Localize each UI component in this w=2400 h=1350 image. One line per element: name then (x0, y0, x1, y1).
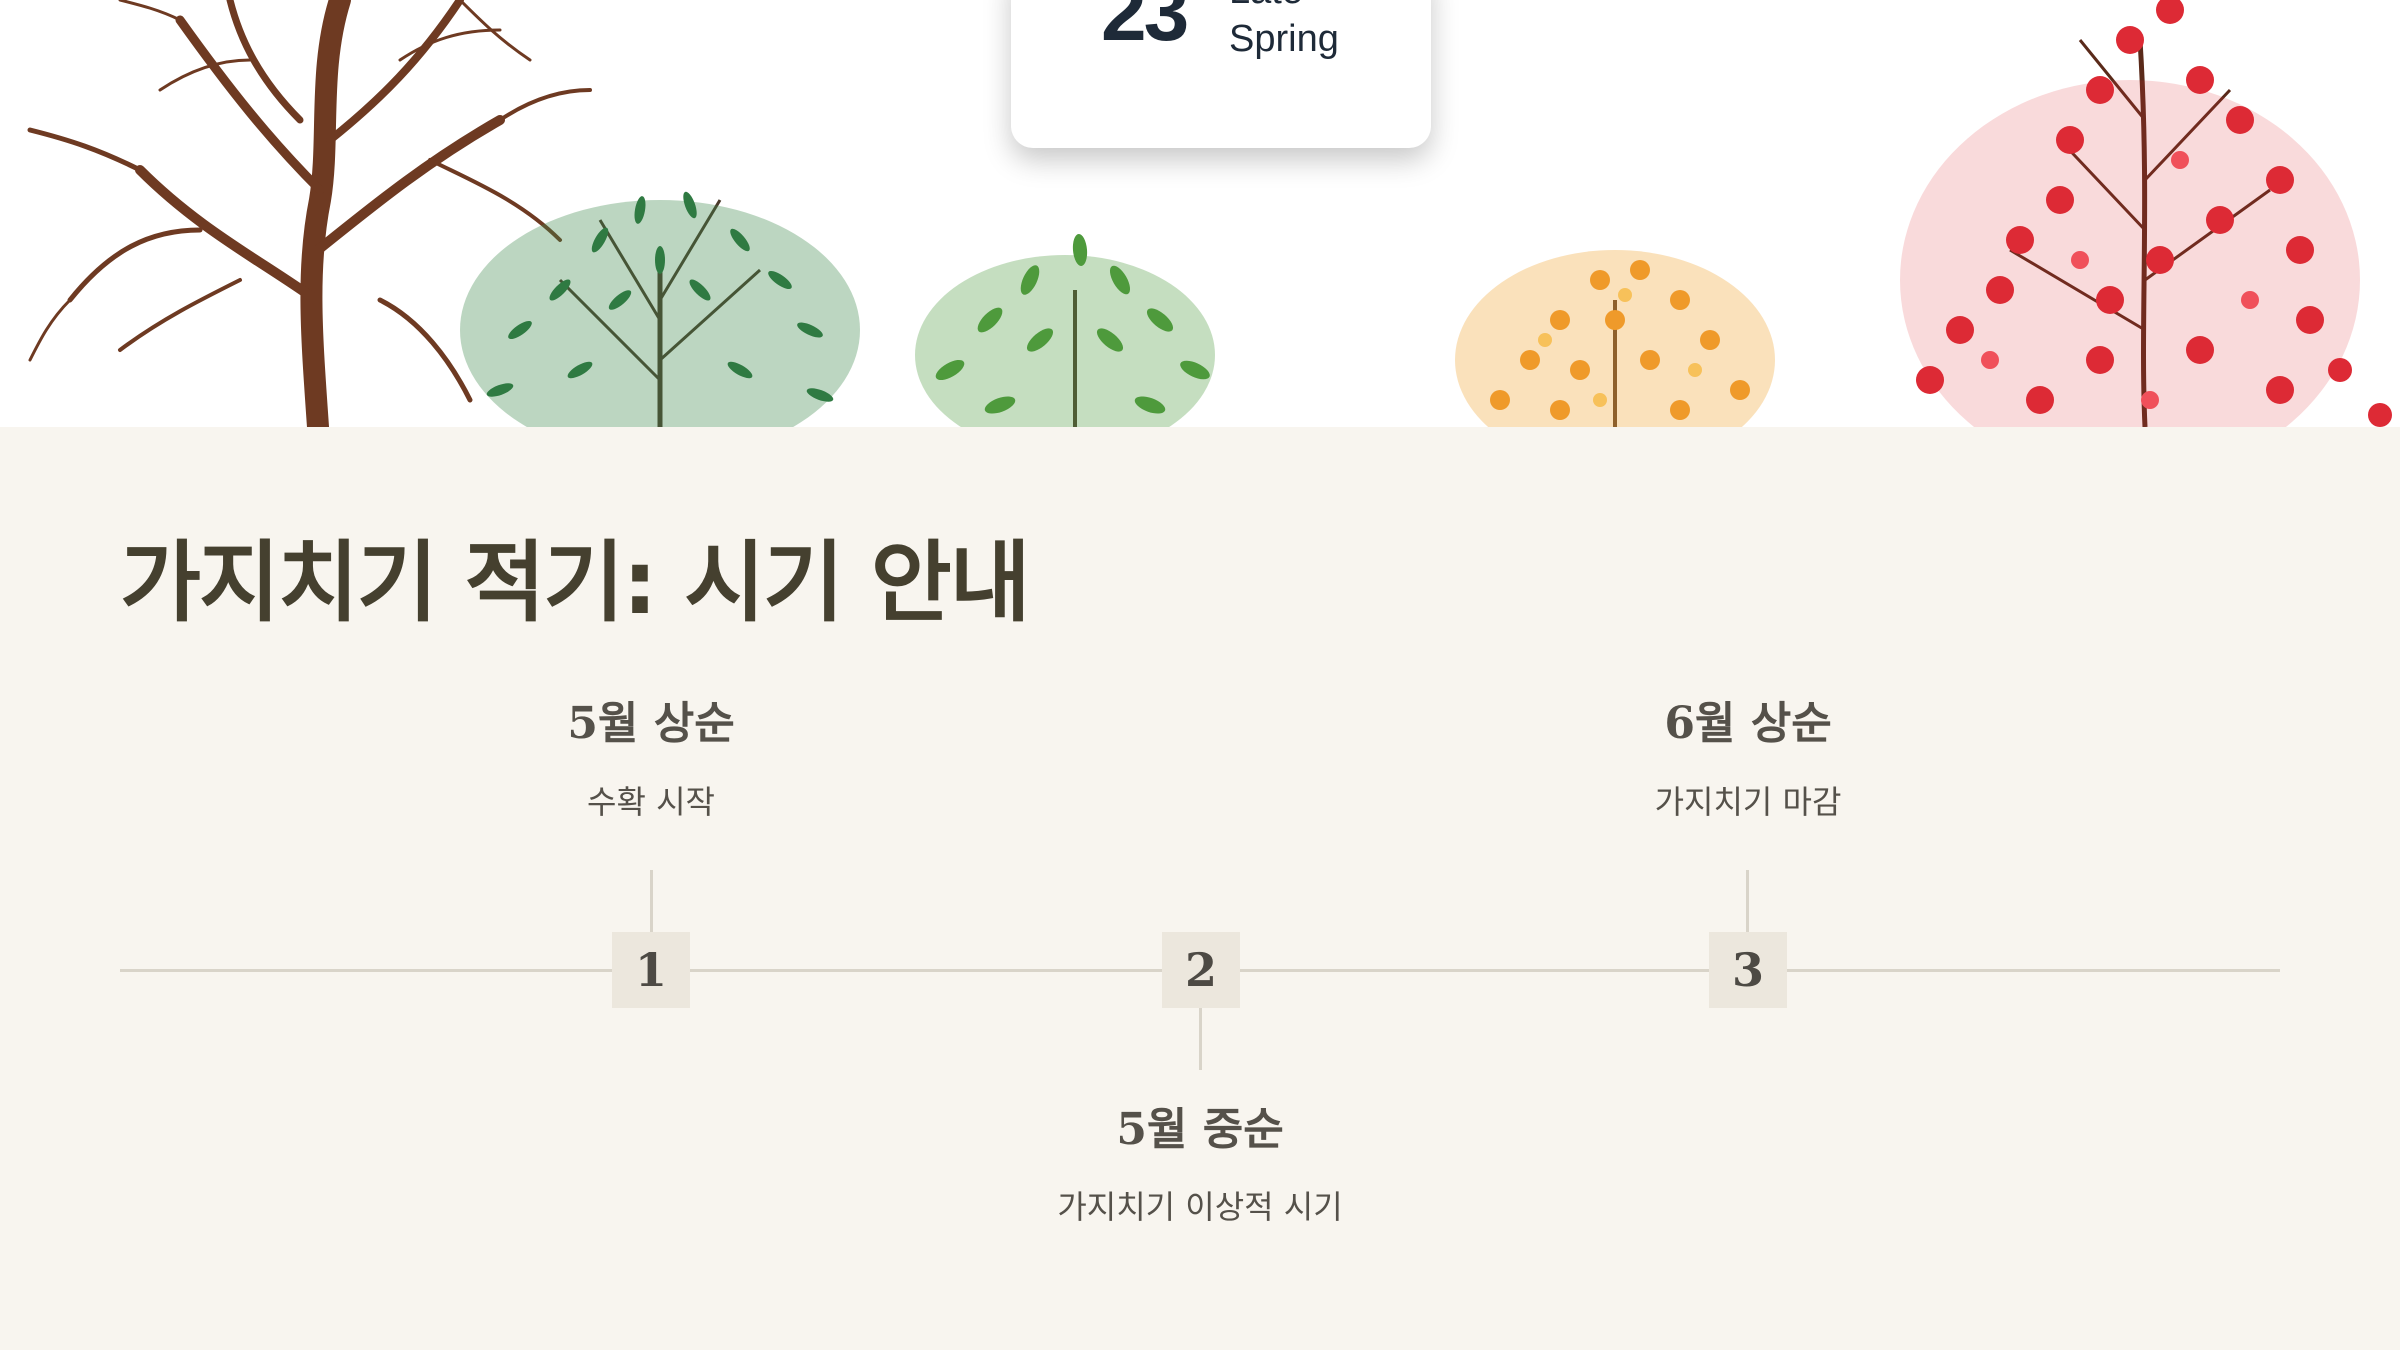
event-1-marker: 1 (612, 932, 690, 1008)
event-3-connector (1746, 870, 1749, 932)
event-2-connector (1199, 1008, 1202, 1070)
slide: 23 Late Spring 가지치기 적기: 시기 안내 5월 상순 수확 시… (0, 0, 2400, 1350)
event-1-description: 수확 시작 (587, 783, 715, 821)
event-1-date: 5월 상순 (567, 698, 735, 749)
event-2-description: 가지치기 이상적 시기 (1057, 1188, 1343, 1226)
calendar-day: 23 (1101, 0, 1189, 58)
orange-shrub-icon (1455, 250, 1775, 427)
page-title: 가지치기 적기: 시기 안내 (120, 531, 1031, 634)
green-shrub-icon (460, 191, 860, 427)
event-3-date: 6월 상순 (1664, 698, 1832, 749)
hero-illustration: 23 Late Spring (0, 0, 2400, 427)
event-3-marker: 3 (1709, 932, 1787, 1008)
calendar-card: 23 Late Spring (1011, 0, 1431, 148)
event-3-description: 가지치기 마감 (1654, 783, 1842, 821)
event-2-marker: 2 (1162, 932, 1240, 1008)
event-1-connector (650, 870, 653, 932)
small-green-shrub-icon (915, 234, 1215, 427)
calendar-season-line1: Late (1229, 0, 1303, 10)
red-berry-shrub-icon (1900, 0, 2392, 427)
calendar-season-line2: Spring (1229, 18, 1339, 60)
event-2-date: 5월 중순 (1116, 1104, 1284, 1155)
